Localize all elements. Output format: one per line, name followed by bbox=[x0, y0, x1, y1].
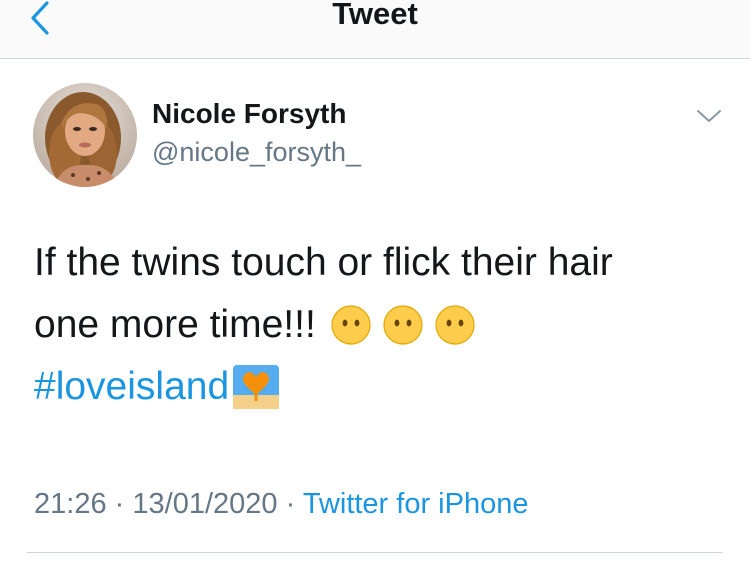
page-title: Tweet bbox=[332, 0, 418, 31]
tweet-detail-page: Tweet Nicole Forsyth @nicole_forsyth_ If… bbox=[0, 0, 750, 568]
tweet-options-button[interactable] bbox=[694, 104, 724, 128]
meta-separator: · bbox=[114, 488, 125, 520]
avatar[interactable] bbox=[33, 83, 137, 187]
tweet-text-line-1: If the twins touch or flick their hair bbox=[34, 232, 724, 294]
hashtag-link[interactable]: #loveisland bbox=[34, 356, 229, 418]
chevron-down-icon bbox=[697, 110, 721, 122]
tweet-text-line-2: one more time!!! bbox=[34, 294, 724, 356]
nav-header: Tweet bbox=[0, 0, 750, 59]
face-without-mouth-icon bbox=[435, 305, 475, 345]
divider bbox=[27, 552, 723, 553]
tweet-time: 21:26 bbox=[34, 488, 107, 520]
tweet-meta: 21:26 · 13/01/2020 · Twitter for iPhone bbox=[34, 488, 528, 521]
tweet-source-link[interactable]: Twitter for iPhone bbox=[303, 488, 529, 520]
author-name[interactable]: Nicole Forsyth bbox=[152, 98, 346, 130]
tweet-text-line-3: #loveisland bbox=[34, 356, 724, 418]
tweet-text: If the twins touch or flick their hair o… bbox=[34, 232, 724, 418]
heart-on-beach-icon bbox=[233, 365, 280, 409]
meta-separator: · bbox=[285, 488, 296, 520]
face-without-mouth-icon bbox=[383, 305, 423, 345]
face-without-mouth-icon bbox=[331, 305, 371, 345]
author-handle[interactable]: @nicole_forsyth_ bbox=[152, 137, 361, 168]
tweet-text-part: one more time!!! bbox=[34, 303, 316, 346]
tweet-date: 13/01/2020 bbox=[132, 488, 278, 520]
tweet-text-part: If the twins touch or flick their hair bbox=[34, 241, 613, 284]
